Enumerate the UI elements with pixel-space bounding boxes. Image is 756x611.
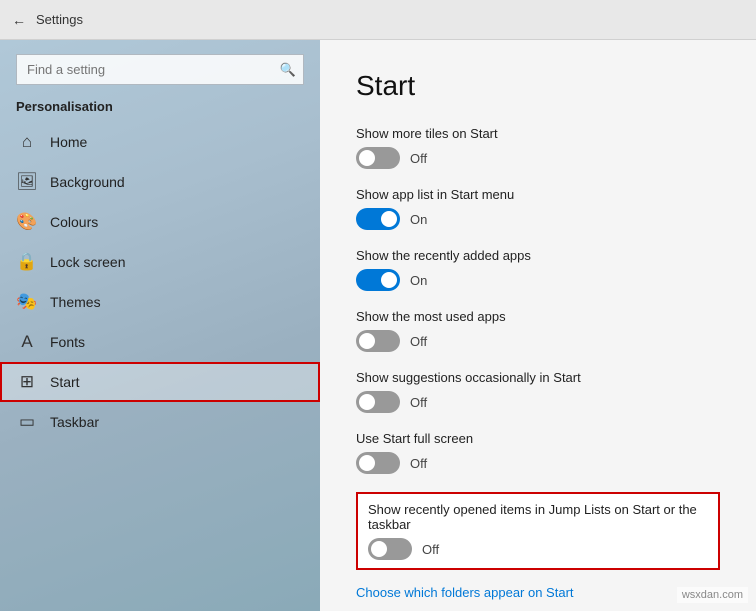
sidebar-item-label-start: Start	[50, 374, 80, 390]
sidebar-item-lock-screen[interactable]: 🔒 Lock screen	[0, 242, 320, 282]
sidebar-item-start[interactable]: ⊞ Start	[0, 362, 320, 402]
toggle-row-show-suggestions: Off	[356, 391, 720, 413]
toggle-state-label-show-app-list: On	[410, 212, 427, 227]
toggle-row-show-most-used: Off	[356, 330, 720, 352]
setting-label-show-most-used: Show the most used apps	[356, 309, 720, 324]
taskbar-icon: ▭	[16, 412, 38, 432]
home-icon: ⌂	[16, 132, 38, 152]
sidebar-item-label-fonts: Fonts	[50, 334, 85, 350]
setting-row-show-most-used: Show the most used apps Off	[356, 309, 720, 352]
setting-label-show-app-list: Show app list in Start menu	[356, 187, 720, 202]
toggle-state-label-full-screen: Off	[410, 456, 427, 471]
toggle-show-suggestions[interactable]	[356, 391, 400, 413]
toggle-row-full-screen: Off	[356, 452, 720, 474]
choose-folders-link[interactable]: Choose which folders appear on Start	[356, 585, 574, 600]
setting-label-full-screen: Use Start full screen	[356, 431, 720, 446]
search-icon: 🔍	[280, 62, 296, 78]
toggle-state-label-show-suggestions: Off	[410, 395, 427, 410]
fonts-icon: A	[16, 332, 38, 352]
lock-screen-icon: 🔒	[16, 252, 38, 272]
sidebar-items-container: ⌂ Home 🖼 Background 🎨 Colours 🔒 Lock screen 🎭 The…	[0, 122, 320, 442]
toggle-thumb-show-app-list	[381, 211, 397, 227]
toggle-thumb-show-most-used	[359, 333, 375, 349]
toggle-state-label-show-most-used: Off	[410, 334, 427, 349]
colours-icon: 🎨	[16, 212, 38, 232]
sidebar-item-home[interactable]: ⌂ Home	[0, 122, 320, 162]
back-button[interactable]: ←	[12, 12, 26, 28]
search-input[interactable]	[16, 54, 304, 85]
toggle-thumb-show-recently-added	[381, 272, 397, 288]
toggle-show-recently-added[interactable]	[356, 269, 400, 291]
sidebar-item-background[interactable]: 🖼 Background	[0, 162, 320, 202]
sidebar-item-colours[interactable]: 🎨 Colours	[0, 202, 320, 242]
toggle-full-screen[interactable]	[356, 452, 400, 474]
setting-row-show-app-list: Show app list in Start menu On	[356, 187, 720, 230]
setting-label-show-more-tiles: Show more tiles on Start	[356, 126, 720, 141]
setting-row-full-screen: Use Start full screen Off	[356, 431, 720, 474]
sidebar-item-label-colours: Colours	[50, 214, 98, 230]
toggle-state-label-show-recently-added: On	[410, 273, 427, 288]
setting-label-show-suggestions: Show suggestions occasionally in Start	[356, 370, 720, 385]
right-panel: Start Show more tiles on Start Off Show ap…	[320, 40, 756, 611]
themes-icon: 🎭	[16, 292, 38, 312]
toggle-thumb-show-suggestions	[359, 394, 375, 410]
toggle-row-show-more-tiles: Off	[356, 147, 720, 169]
toggle-show-app-list[interactable]	[356, 208, 400, 230]
page-title: Start	[356, 70, 720, 102]
toggle-state-label-recently-opened: Off	[422, 542, 439, 557]
setting-label-show-recently-added: Show the recently added apps	[356, 248, 720, 263]
toggle-state-label-show-more-tiles: Off	[410, 151, 427, 166]
toggle-show-most-used[interactable]	[356, 330, 400, 352]
search-container: 🔍	[16, 54, 304, 85]
toggle-thumb-show-more-tiles	[359, 150, 375, 166]
setting-row-recently-opened: Show recently opened items in Jump Lists…	[356, 492, 720, 570]
setting-row-show-suggestions: Show suggestions occasionally in Start Of…	[356, 370, 720, 413]
settings-list: Show more tiles on Start Off Show app list…	[356, 126, 720, 570]
sidebar-item-fonts[interactable]: A Fonts	[0, 322, 320, 362]
toggle-recently-opened[interactable]	[368, 538, 412, 560]
title-bar-title: Settings	[36, 12, 83, 27]
sidebar-item-label-home: Home	[50, 134, 87, 150]
sidebar-item-label-background: Background	[50, 174, 125, 190]
setting-row-show-more-tiles: Show more tiles on Start Off	[356, 126, 720, 169]
main-container: 🔍 Personalisation ⌂ Home 🖼 Background 🎨 Colou…	[0, 40, 756, 611]
sidebar-item-taskbar[interactable]: ▭ Taskbar	[0, 402, 320, 442]
toggle-row-recently-opened: Off	[368, 538, 708, 560]
watermark: wsxdan.com	[677, 587, 748, 603]
start-icon: ⊞	[16, 372, 38, 392]
toggle-show-more-tiles[interactable]	[356, 147, 400, 169]
sidebar-item-themes[interactable]: 🎭 Themes	[0, 282, 320, 322]
toggle-thumb-recently-opened	[371, 541, 387, 557]
sidebar: 🔍 Personalisation ⌂ Home 🖼 Background 🎨 Colou…	[0, 40, 320, 611]
section-label: Personalisation	[0, 95, 320, 122]
background-icon: 🖼	[16, 172, 38, 192]
setting-row-show-recently-added: Show the recently added apps On	[356, 248, 720, 291]
sidebar-item-label-themes: Themes	[50, 294, 101, 310]
toggle-row-show-app-list: On	[356, 208, 720, 230]
toggle-row-show-recently-added: On	[356, 269, 720, 291]
title-bar: ← Settings	[0, 0, 756, 40]
sidebar-item-label-taskbar: Taskbar	[50, 414, 99, 430]
toggle-thumb-full-screen	[359, 455, 375, 471]
sidebar-item-label-lock-screen: Lock screen	[50, 254, 125, 270]
setting-label-recently-opened: Show recently opened items in Jump Lists…	[368, 502, 708, 532]
